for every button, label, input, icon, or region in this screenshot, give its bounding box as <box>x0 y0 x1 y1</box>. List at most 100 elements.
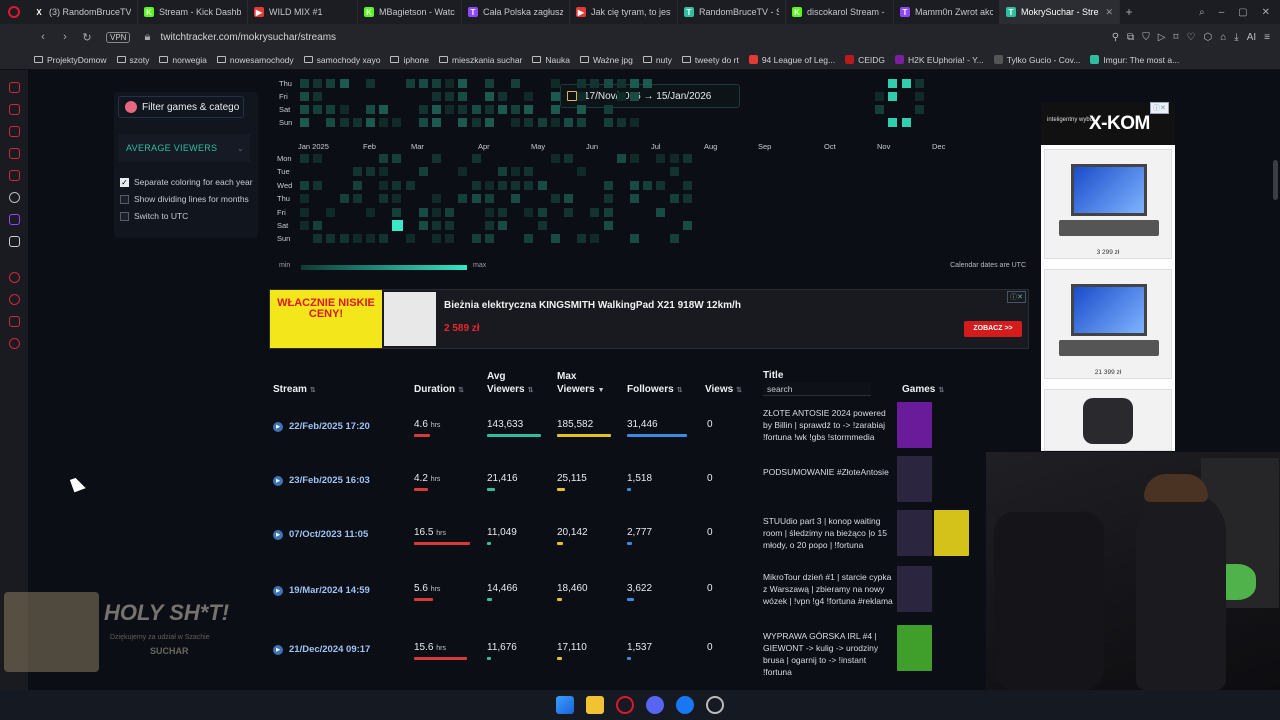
sidebar-history-icon[interactable] <box>8 104 20 115</box>
heatmap-cell[interactable] <box>379 180 389 190</box>
heatmap-cell[interactable] <box>405 79 415 88</box>
sidebar-messenger-icon[interactable] <box>8 82 20 93</box>
heatmap-cell[interactable] <box>379 154 389 163</box>
game-thumbnail[interactable] <box>934 510 969 556</box>
wallet-icon[interactable]: ⌂ <box>1220 32 1226 43</box>
heatmap-cell[interactable] <box>550 92 560 101</box>
heatmap-cell[interactable] <box>537 180 547 190</box>
heatmap-cell[interactable] <box>616 79 626 88</box>
checkbox-box[interactable]: ✓ <box>120 177 129 187</box>
heatmap-cell[interactable] <box>564 118 573 127</box>
back-icon[interactable]: ‹ <box>34 31 52 43</box>
heatmap-cell[interactable] <box>669 234 679 244</box>
heatmap-cell[interactable] <box>300 221 309 230</box>
sidebar-x-icon[interactable] <box>8 236 20 247</box>
heatmap-cell[interactable] <box>550 234 560 244</box>
heatmap-cell[interactable] <box>445 79 455 88</box>
heatmap-cell[interactable] <box>392 118 402 127</box>
heatmap-cell[interactable] <box>630 79 639 88</box>
browser-tab[interactable]: T Mamm0n Zwrot akcji <box>894 0 1000 24</box>
stream-date-link[interactable]: ▶ 21/Dec/2024 09:17 <box>273 644 370 655</box>
heatmap-cell[interactable] <box>656 207 666 217</box>
title-search-input[interactable]: search <box>763 383 871 396</box>
heatmap-cell[interactable] <box>682 194 692 204</box>
heatmap-cell[interactable] <box>577 118 587 127</box>
close-tab-icon[interactable]: ✕ <box>1105 7 1113 18</box>
heatmap-cell[interactable] <box>577 92 587 101</box>
product-laptop-1[interactable]: 3 299 zł <box>1044 149 1172 259</box>
heatmap-cell[interactable] <box>313 234 323 244</box>
heatmap-cell[interactable] <box>339 234 349 244</box>
heatmap-cell[interactable] <box>656 154 666 163</box>
shield-icon[interactable]: ⛉ <box>1142 32 1150 43</box>
menu-icon[interactable]: ≡ <box>1264 32 1270 43</box>
search-icon[interactable]: ⌕ <box>1199 7 1205 18</box>
heatmap-cell[interactable] <box>630 118 639 127</box>
browser-tab[interactable]: K Stream - Kick Dashbo <box>138 0 248 24</box>
heatmap-cell[interactable] <box>458 105 468 114</box>
bookmark-item[interactable]: mieszkania suchar <box>439 55 522 65</box>
heatmap-cell[interactable] <box>630 180 639 190</box>
game-thumbnail[interactable] <box>897 625 932 671</box>
heatmap-cell[interactable] <box>498 207 507 217</box>
heatmap-cell[interactable] <box>471 118 481 127</box>
heatmap-cell[interactable] <box>524 92 534 101</box>
heatmap-cell[interactable] <box>366 234 375 244</box>
heatmap-cell[interactable] <box>616 154 626 163</box>
heatmap-cell[interactable] <box>432 154 441 163</box>
sidebar-extension-icon[interactable] <box>8 316 20 327</box>
sidebar-clock-icon[interactable] <box>8 272 20 283</box>
heatmap-cell[interactable] <box>537 221 547 230</box>
heatmap-cell[interactable] <box>432 207 441 217</box>
heatmap-cell[interactable] <box>366 167 375 177</box>
heatmap-cell[interactable] <box>630 92 639 101</box>
extensions-icon[interactable]: ⬡ <box>1204 32 1213 43</box>
stream-date-link[interactable]: ▶ 23/Feb/2025 16:03 <box>273 475 370 486</box>
heatmap-cell[interactable] <box>432 79 441 88</box>
heatmap-cell[interactable] <box>313 92 323 101</box>
snapshot-icon[interactable]: ⧉ <box>1127 32 1134 43</box>
heatmap-cell[interactable] <box>498 180 507 190</box>
new-tab-button[interactable]: + <box>1120 5 1138 19</box>
heatmap-cell[interactable] <box>524 105 534 114</box>
heatmap-cell[interactable] <box>498 167 507 177</box>
heatmap-cell[interactable] <box>458 79 468 88</box>
heatmap-cell[interactable] <box>326 105 336 114</box>
heatmap-cell[interactable] <box>313 105 323 114</box>
play-icon[interactable]: ▷ <box>1158 32 1166 43</box>
heatmap-cell[interactable] <box>616 92 626 101</box>
heatmap-cell[interactable] <box>524 207 534 217</box>
header-max-viewers[interactable]: Max Viewers ▼ <box>557 370 605 397</box>
header-games[interactable]: Games ⇅ <box>902 383 944 397</box>
heatmap-cell[interactable] <box>313 154 323 163</box>
opera-logo-icon[interactable] <box>0 0 28 24</box>
heatmap-cell[interactable] <box>630 234 639 244</box>
download-icon[interactable]: ⤓ <box>1234 32 1238 43</box>
heatmap-cell[interactable] <box>471 234 481 244</box>
heatmap-cell[interactable] <box>432 118 441 127</box>
sidebar-timer-icon[interactable] <box>8 294 20 305</box>
browser-tab[interactable]: T MokrySuchar - Streams Li ✕ <box>1000 0 1120 24</box>
heatmap-cell[interactable] <box>339 194 349 204</box>
heatmap-cell[interactable] <box>445 234 455 244</box>
game-thumbnail[interactable] <box>897 456 932 502</box>
heatmap-cell[interactable] <box>300 154 309 163</box>
heatmap-cell[interactable] <box>511 194 521 204</box>
bookmark-item[interactable]: iphone <box>390 55 429 65</box>
heatmap-cell[interactable] <box>379 167 389 177</box>
heatmap-cell[interactable] <box>392 207 402 217</box>
checkbox-box[interactable] <box>120 194 129 204</box>
heatmap-cell[interactable] <box>577 167 587 177</box>
browser-tab[interactable]: T RandomBruceTV - St <box>678 0 786 24</box>
heatmap-cell[interactable] <box>326 118 336 127</box>
browser-tab[interactable]: ▶ WILD MIX #1 <box>248 0 358 24</box>
bookmark-item[interactable]: ProjektyDomow <box>34 55 107 65</box>
heatmap-cell[interactable] <box>550 194 560 204</box>
heatmap-cell[interactable] <box>682 221 692 230</box>
heatmap-cell[interactable] <box>339 105 349 114</box>
heatmap-cell[interactable] <box>682 154 692 163</box>
checkbox-separate-coloring[interactable]: ✓ Separate coloring for each year <box>120 177 253 187</box>
bookmark-item[interactable]: tweety do rt <box>681 55 739 65</box>
header-stream[interactable]: Stream ⇅ <box>273 383 316 397</box>
heatmap-cell[interactable] <box>313 221 323 230</box>
